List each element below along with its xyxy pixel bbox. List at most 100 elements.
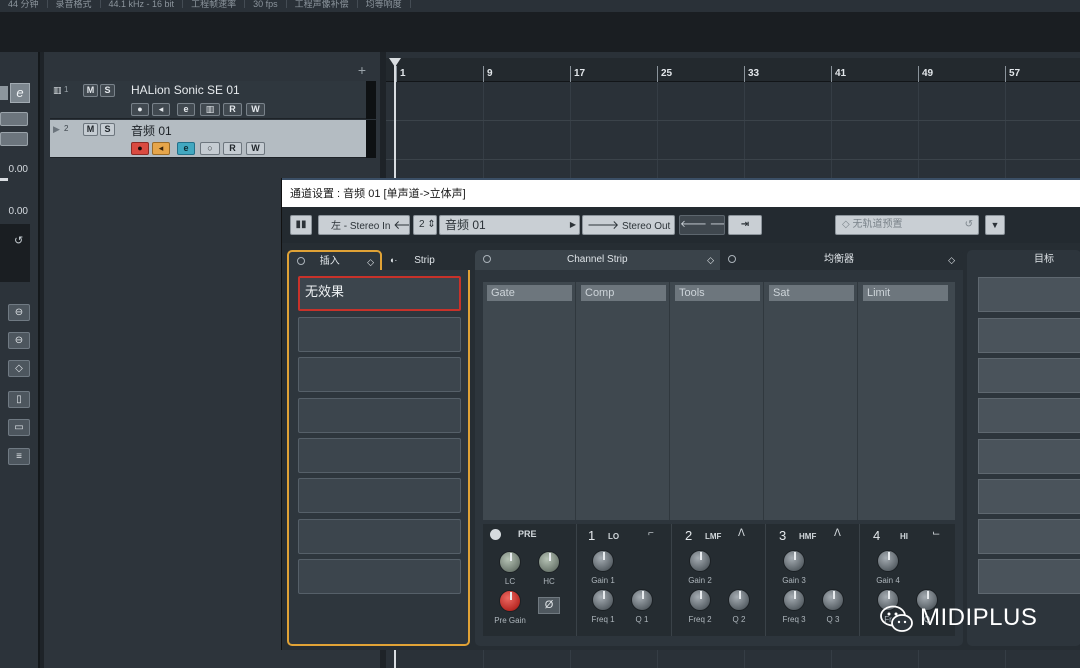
- pre-enable-icon[interactable]: [490, 529, 501, 540]
- write-automation-button[interactable]: W: [246, 103, 265, 116]
- hc-knob[interactable]: [538, 551, 560, 573]
- lc-knob[interactable]: [499, 551, 521, 573]
- inspector-button[interactable]: [0, 112, 28, 126]
- insert-slot[interactable]: [298, 478, 461, 513]
- freq-knob[interactable]: [592, 589, 614, 611]
- lanes-icon[interactable]: ○: [200, 142, 220, 155]
- send-slot[interactable]: [978, 277, 1080, 312]
- instrument-icon[interactable]: ▥: [200, 103, 220, 116]
- tab-channel-strip[interactable]: Channel Strip ◇: [475, 250, 720, 270]
- pan-value[interactable]: 0.00: [9, 206, 28, 217]
- power-icon[interactable]: [483, 255, 491, 264]
- mute-button[interactable]: M: [83, 123, 98, 136]
- q-knob[interactable]: [631, 589, 653, 611]
- insert-slot-icon[interactable]: ⊖: [8, 304, 30, 321]
- power-icon[interactable]: [297, 257, 305, 266]
- peak-filter-icon[interactable]: ᐱ: [738, 528, 745, 539]
- record-enable-icon[interactable]: ●: [131, 103, 149, 116]
- band-number[interactable]: 4: [873, 528, 880, 543]
- read-automation-button[interactable]: R: [223, 142, 242, 155]
- add-track-icon[interactable]: +: [358, 62, 366, 78]
- notepad-icon[interactable]: ▭: [8, 419, 30, 436]
- insert-slot[interactable]: [298, 357, 461, 392]
- gain-knob[interactable]: [877, 550, 899, 572]
- status-item[interactable]: 均等响度: [358, 0, 411, 9]
- output-routing-button[interactable]: 🡒 Stereo Out: [582, 215, 675, 235]
- volume-value[interactable]: 0.00: [9, 164, 28, 175]
- send-slot[interactable]: [978, 398, 1080, 433]
- status-item[interactable]: 44.1 kHz - 16 bit: [101, 0, 184, 9]
- phase-invert-button[interactable]: Ø: [538, 597, 560, 614]
- insert-slot[interactable]: [298, 438, 461, 473]
- channel-number[interactable]: 2 ⇕: [413, 215, 437, 235]
- read-automation-button[interactable]: R: [223, 103, 242, 116]
- edit-channel-button[interactable]: e: [177, 142, 195, 155]
- solo-button[interactable]: S: [100, 123, 115, 136]
- high-shelf-icon[interactable]: ⌙: [932, 528, 940, 539]
- q-knob[interactable]: [728, 589, 750, 611]
- module-label[interactable]: Comp: [581, 285, 666, 301]
- record-enable-icon[interactable]: ●: [131, 142, 149, 155]
- tab-target[interactable]: 目标: [967, 250, 1080, 270]
- preset-dropdown-icon[interactable]: ▼: [985, 215, 1005, 235]
- send-icon[interactable]: ◇: [8, 360, 30, 377]
- go-to-channel-icon[interactable]: ⇥: [728, 215, 762, 235]
- insert-slot[interactable]: [298, 317, 461, 352]
- band-number[interactable]: 2: [685, 528, 692, 543]
- strip-module-sat[interactable]: Sat: [765, 282, 858, 520]
- low-shelf-icon[interactable]: ⌐: [648, 528, 654, 539]
- fader-icon[interactable]: ▯: [8, 391, 30, 408]
- mute-button[interactable]: M: [83, 84, 98, 97]
- preset-icon[interactable]: ◇: [948, 250, 955, 270]
- track-row[interactable]: ▥ 1 M S HALion Sonic SE 01 ● ◂ e ▥ R W: [50, 81, 376, 119]
- preset-icon[interactable]: ◇: [707, 250, 714, 270]
- edit-instrument-button[interactable]: e: [177, 103, 195, 116]
- module-label[interactable]: Gate: [487, 285, 572, 301]
- power-icon[interactable]: [728, 255, 736, 264]
- reset-icon[interactable]: ↺: [14, 234, 23, 247]
- band-number[interactable]: 1: [588, 528, 595, 543]
- monitor-icon[interactable]: ◂: [152, 142, 170, 155]
- q-knob[interactable]: [822, 589, 844, 611]
- status-item[interactable]: 30 fps: [245, 0, 287, 9]
- send-slot[interactable]: [978, 479, 1080, 514]
- insert-slot[interactable]: [298, 519, 461, 554]
- write-automation-button[interactable]: W: [246, 142, 265, 155]
- freq-knob[interactable]: [783, 589, 805, 611]
- send-slot[interactable]: [978, 559, 1080, 594]
- peak-filter-icon[interactable]: ᐱ: [834, 528, 841, 539]
- eq-icon[interactable]: ⊖: [8, 332, 30, 349]
- channel-name-field[interactable]: 音频 01 ▶: [439, 215, 580, 235]
- gain-knob[interactable]: [689, 550, 711, 572]
- ruler[interactable]: 1 9 17 25 33 41 49 57: [386, 58, 1080, 82]
- previous-next-channel-icon[interactable]: 🡐 🡒: [679, 215, 725, 235]
- send-slot[interactable]: [978, 439, 1080, 474]
- track-name[interactable]: 音频 01: [131, 122, 172, 139]
- gain-knob[interactable]: [783, 550, 805, 572]
- strip-module-comp[interactable]: Comp: [577, 282, 670, 520]
- freq-knob[interactable]: [689, 589, 711, 611]
- monitor-icon[interactable]: ◂: [152, 103, 170, 116]
- insert-slot[interactable]: [298, 559, 461, 594]
- layout-icon[interactable]: ▮▮: [290, 215, 312, 235]
- module-label[interactable]: Limit: [863, 285, 948, 301]
- send-slot[interactable]: [978, 318, 1080, 353]
- solo-button[interactable]: S: [100, 84, 115, 97]
- cursor-handle-icon[interactable]: [389, 58, 401, 67]
- send-slot[interactable]: [978, 519, 1080, 554]
- edit-channel-icon[interactable]: e: [10, 83, 30, 103]
- module-label[interactable]: Sat: [769, 285, 854, 301]
- send-slot[interactable]: [978, 358, 1080, 393]
- strip-module-gate[interactable]: Gate: [483, 282, 576, 520]
- tab-strip[interactable]: ◖· Strip: [383, 250, 468, 270]
- input-routing-button[interactable]: 左 - Stereo In 🡐: [318, 215, 410, 235]
- preset-icon[interactable]: ◇: [367, 252, 374, 272]
- track-preset-field[interactable]: ◇ 无轨道预置 ↺: [835, 215, 979, 235]
- gain-knob[interactable]: [592, 550, 614, 572]
- module-label[interactable]: Tools: [675, 285, 760, 301]
- track-row-selected[interactable]: ▶ 2 M S 音频 01 ● ◂ e ○ R W: [50, 120, 376, 158]
- tab-inserts[interactable]: 插入 ◇: [287, 250, 382, 270]
- insert-slot[interactable]: [298, 398, 461, 433]
- window-title[interactable]: 通道设置 : 音频 01 [单声道->立体声]: [282, 178, 1080, 207]
- pre-gain-knob[interactable]: [499, 590, 521, 612]
